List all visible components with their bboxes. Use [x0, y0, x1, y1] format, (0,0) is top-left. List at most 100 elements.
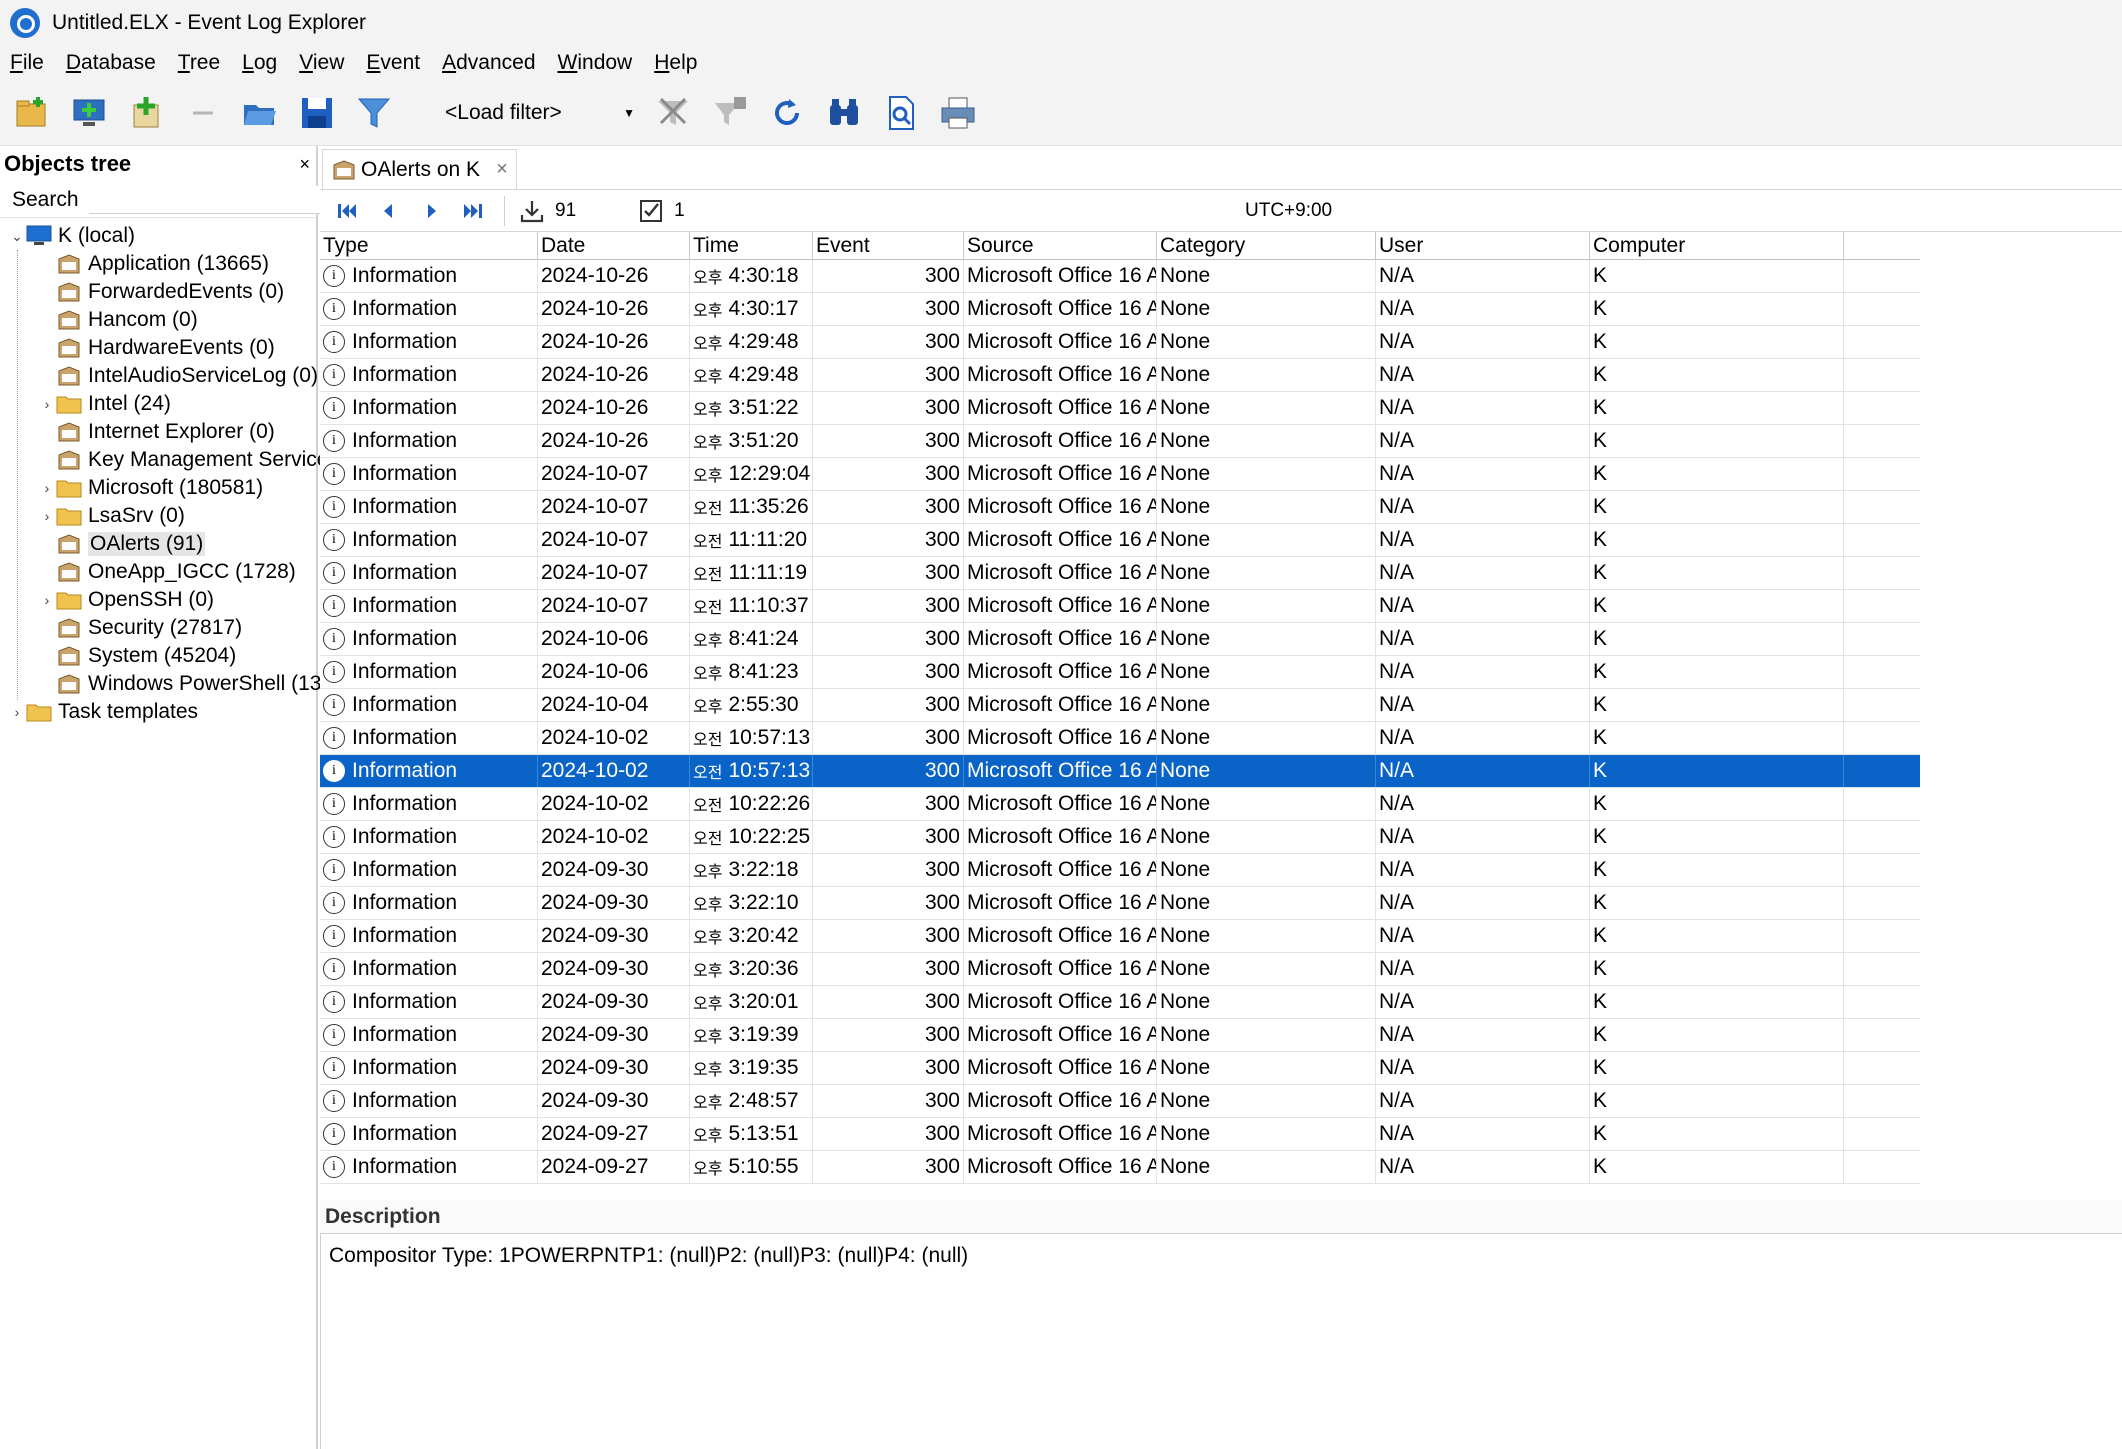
- time-text: 3:20:36: [728, 957, 799, 980]
- tree-node[interactable]: Security (27817): [38, 614, 242, 642]
- add-computer-button[interactable]: [69, 93, 109, 133]
- table-row[interactable]: i Information 2024-10-06 오후 8:41:23 300 Micros…: [320, 656, 1920, 689]
- tree-node[interactable]: ⌄ K (local): [8, 222, 135, 250]
- table-row[interactable]: i Information 2024-09-30 오후 3:20:01 300 Micros…: [320, 986, 1920, 1019]
- tree-node[interactable]: › Intel (24): [38, 390, 171, 418]
- add-computer-icon: [73, 99, 105, 126]
- column-header[interactable]: Type: [320, 232, 538, 260]
- menu-item[interactable]: Event: [366, 51, 420, 75]
- table-row[interactable]: i Information 2024-10-26 오후 3:51:20 300 Micros…: [320, 425, 1920, 458]
- expand-arrow-icon[interactable]: ›: [38, 508, 56, 524]
- column-header[interactable]: Date: [538, 232, 690, 260]
- table-row[interactable]: i Information 2024-10-07 오전 11:35:26 300 Micro…: [320, 491, 1920, 524]
- tree-node[interactable]: OneApp_IGCC (1728): [38, 558, 296, 586]
- column-header[interactable]: Computer: [1590, 232, 1844, 260]
- tab-close-icon[interactable]: ×: [496, 158, 508, 181]
- tree-node[interactable]: › LsaSrv (0): [38, 502, 185, 530]
- table-row[interactable]: i Information 2024-10-06 오후 8:41:24 300 Micros…: [320, 623, 1920, 656]
- menu-item[interactable]: Log: [242, 51, 277, 75]
- table-row[interactable]: i Information 2024-10-26 오후 4:29:48 300 Micros…: [320, 326, 1920, 359]
- tree-node[interactable]: IntelAudioServiceLog (0): [38, 362, 318, 390]
- tree-node[interactable]: HardwareEvents (0): [38, 334, 275, 362]
- new-workspace-button[interactable]: [12, 93, 52, 133]
- expand-arrow-icon[interactable]: ›: [38, 592, 56, 608]
- table-row[interactable]: i Information 2024-10-26 오후 4:30:17 300 Micros…: [320, 293, 1920, 326]
- menu-item[interactable]: Tree: [178, 51, 220, 75]
- tree-node[interactable]: System (45204): [38, 642, 236, 670]
- tree-node[interactable]: Key Management Service: [38, 446, 328, 474]
- table-row[interactable]: i Information 2024-09-30 오후 3:19:35 300 Micros…: [320, 1052, 1920, 1085]
- cell-event: 300: [813, 689, 964, 721]
- find-button[interactable]: [824, 93, 864, 133]
- expand-arrow-icon[interactable]: ›: [38, 480, 56, 496]
- open-button[interactable]: [240, 93, 280, 133]
- tree-node[interactable]: Application (13665): [38, 250, 269, 278]
- tree-node[interactable]: Windows PowerShell (13: [38, 670, 321, 698]
- table-row[interactable]: i Information 2024-10-26 오후 4:30:18 300 Micros…: [320, 260, 1920, 293]
- column-header[interactable]: Source: [964, 232, 1157, 260]
- table-row[interactable]: i Information 2024-10-07 오전 11:11:19 300 Micro…: [320, 557, 1920, 590]
- table-row[interactable]: i Information 2024-10-07 오후 12:29:04 300 Micro…: [320, 458, 1920, 491]
- table-row[interactable]: i Information 2024-10-02 오전 10:57:13 300 Micro…: [320, 755, 1920, 788]
- tree-node[interactable]: › Task templates: [8, 698, 198, 726]
- table-row[interactable]: i Information 2024-09-27 오후 5:13:51 300 Micros…: [320, 1118, 1920, 1151]
- table-row[interactable]: i Information 2024-09-30 오후 3:20:42 300 Micros…: [320, 920, 1920, 953]
- table-row[interactable]: i Information 2024-10-07 오전 11:10:37 300 Micro…: [320, 590, 1920, 623]
- menu-item[interactable]: Window: [558, 51, 633, 75]
- last-page-button[interactable]: [458, 196, 488, 226]
- filter-options-button[interactable]: [710, 93, 750, 133]
- tree-node[interactable]: › OpenSSH (0): [38, 586, 214, 614]
- next-page-button[interactable]: [416, 196, 446, 226]
- menu-item[interactable]: Help: [654, 51, 697, 75]
- table-row[interactable]: i Information 2024-09-30 오후 3:22:10 300 Micros…: [320, 887, 1920, 920]
- tree-node-label: Task templates: [58, 700, 199, 723]
- preview-button[interactable]: [881, 93, 921, 133]
- filter-clear-button[interactable]: [653, 93, 693, 133]
- tab-oalerts[interactable]: OAlerts on K ×: [322, 149, 517, 189]
- previous-page-button[interactable]: [374, 196, 404, 226]
- table-row[interactable]: i Information 2024-09-27 오후 5:10:55 300 Micros…: [320, 1151, 1920, 1184]
- table-row[interactable]: i Information 2024-10-04 오후 2:55:30 300 Micros…: [320, 689, 1920, 722]
- menu-item[interactable]: Database: [66, 51, 156, 75]
- search-input[interactable]: [88, 185, 354, 214]
- cell-category: None: [1157, 491, 1376, 523]
- table-row[interactable]: i Information 2024-09-30 오후 3:19:39 300 Micros…: [320, 1019, 1920, 1052]
- table-row[interactable]: i Information 2024-10-26 오후 3:51:22 300 Micros…: [320, 392, 1920, 425]
- checked-count-value: 1: [674, 199, 685, 221]
- tree-node[interactable]: ForwardedEvents (0): [38, 278, 284, 306]
- menu-item-accel: E: [366, 51, 381, 74]
- first-page-button[interactable]: [332, 196, 362, 226]
- column-header[interactable]: Category: [1157, 232, 1376, 260]
- table-row[interactable]: i Information 2024-09-30 오후 2:48:57 300 Micros…: [320, 1085, 1920, 1118]
- refresh-button[interactable]: [767, 93, 807, 133]
- table-row[interactable]: i Information 2024-09-30 오후 3:20:36 300 Micros…: [320, 953, 1920, 986]
- filter-button[interactable]: [354, 93, 394, 133]
- table-row[interactable]: i Information 2024-10-02 오전 10:22:25 300 Micro…: [320, 821, 1920, 854]
- table-row[interactable]: i Information 2024-10-02 오전 10:57:13 300 Micro…: [320, 722, 1920, 755]
- table-row[interactable]: i Information 2024-10-26 오후 4:29:48 300 Micros…: [320, 359, 1920, 392]
- table-row[interactable]: i Information 2024-10-07 오전 11:11:20 300 Micro…: [320, 524, 1920, 557]
- load-filter-dropdown[interactable]: <Load filter> ▼: [425, 93, 635, 133]
- expand-arrow-icon[interactable]: ⌄: [8, 228, 26, 245]
- remove-button[interactable]: [183, 93, 223, 133]
- menu-item[interactable]: View: [299, 51, 344, 75]
- column-header[interactable]: Time: [690, 232, 813, 260]
- tree-node[interactable]: OAlerts (91): [38, 530, 206, 558]
- menu-item[interactable]: Advanced: [442, 51, 535, 75]
- tree-node[interactable]: Hancom (0): [38, 306, 198, 334]
- column-header[interactable]: Event: [813, 232, 964, 260]
- column-header[interactable]: User: [1376, 232, 1590, 260]
- menu-item[interactable]: File: [10, 51, 44, 75]
- table-row[interactable]: i Information 2024-10-02 오전 10:22:26 300 Micro…: [320, 788, 1920, 821]
- table-row[interactable]: i Information 2024-09-30 오후 3:22:18 300 Micros…: [320, 854, 1920, 887]
- save-button[interactable]: [297, 93, 337, 133]
- expand-arrow-icon[interactable]: ›: [38, 396, 56, 412]
- expand-arrow-icon[interactable]: ›: [8, 704, 26, 720]
- cell-time: 오전 11:11:20: [690, 524, 813, 556]
- tree-node[interactable]: › Microsoft (180581): [38, 474, 263, 502]
- add-log-button[interactable]: [126, 93, 166, 133]
- close-icon[interactable]: ×: [299, 154, 310, 175]
- tree-node[interactable]: Internet Explorer (0): [38, 418, 275, 446]
- print-button[interactable]: [938, 93, 978, 133]
- cell-computer: K: [1590, 458, 1844, 490]
